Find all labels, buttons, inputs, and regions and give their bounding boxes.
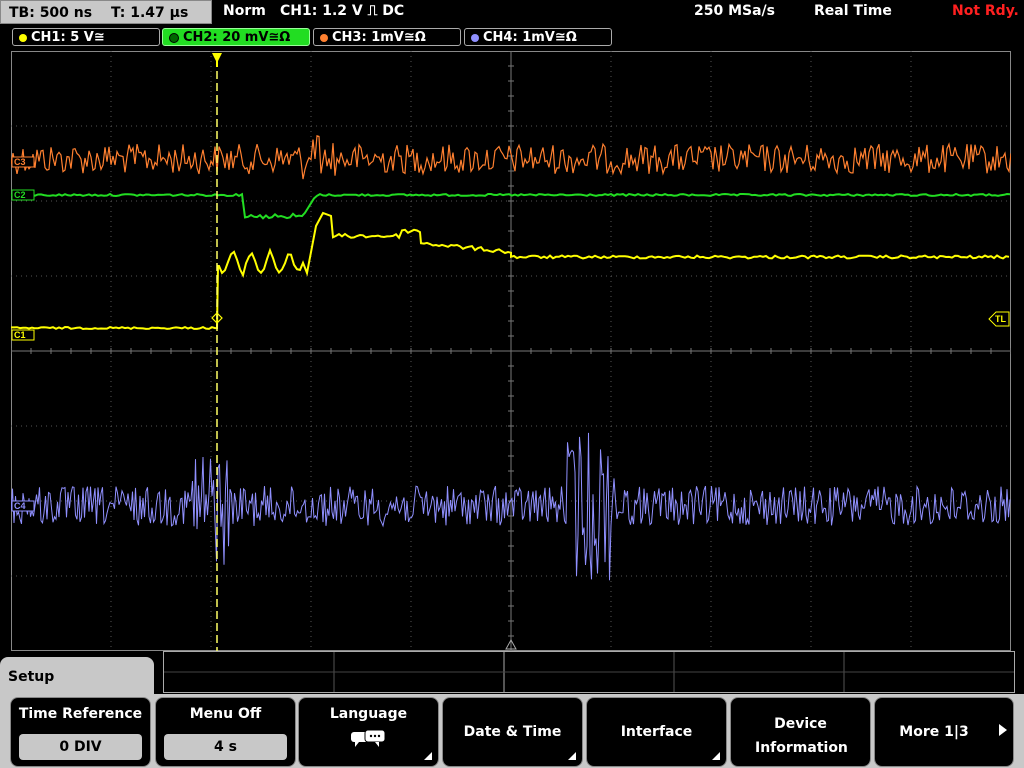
waveform-display[interactable]: C3 C2 C1 C4 TL xyxy=(11,51,1011,651)
interface-label: Interface xyxy=(620,724,693,740)
ch4-marker: C4 xyxy=(14,501,26,511)
ch2-label: CH2: 20 mV≅Ω xyxy=(183,30,291,45)
next-page-icon xyxy=(999,724,1007,736)
speech-bubble-icon xyxy=(350,729,385,747)
ch4-label: CH4: 1mV≅Ω xyxy=(483,30,577,45)
ch4-dot-icon xyxy=(471,33,479,42)
ch1-dot-icon xyxy=(19,33,27,42)
ch3-label: CH3: 1mV≅Ω xyxy=(332,30,426,45)
device-information-label: Device Information xyxy=(755,716,848,756)
channel-tab-ch4[interactable]: CH4: 1mV≅Ω xyxy=(464,28,612,46)
time-reference-value: 0 DIV xyxy=(19,734,142,760)
timebase-value: TB: 500 ns xyxy=(9,5,93,21)
trigger-state: Not Rdy. xyxy=(952,3,1019,19)
menu-off-label: Menu Off xyxy=(189,706,262,722)
channel-tab-ch1[interactable]: CH1: 5 V≅ xyxy=(12,28,160,46)
sample-rate: 250 MSa/s xyxy=(694,3,776,19)
ch1-marker: C1 xyxy=(14,330,26,340)
trigger-mode[interactable]: Norm xyxy=(223,3,266,19)
date-time-label: Date & Time xyxy=(463,724,562,740)
info-panel xyxy=(163,651,1015,693)
ch2-marker: C2 xyxy=(14,190,26,200)
language-button[interactable]: Language xyxy=(298,697,439,767)
more-button[interactable]: More 1|3 xyxy=(874,697,1014,767)
ch1-label: CH1: 5 V≅ xyxy=(31,30,105,45)
device-information-button[interactable]: Device Information xyxy=(730,697,871,767)
trigger-level-marker: TL xyxy=(995,314,1006,324)
acquisition-mode: Real Time xyxy=(814,3,892,19)
menu-off-button[interactable]: Menu Off 4 s xyxy=(155,697,296,767)
menu-title: Setup xyxy=(0,657,154,697)
timebase-box[interactable]: TB: 500 ns T: 1.47 µs xyxy=(0,0,212,24)
submenu-corner-icon xyxy=(568,752,576,760)
submenu-corner-icon xyxy=(712,752,720,760)
waveform-canvas: C3 C2 C1 C4 TL xyxy=(11,51,1011,651)
time-reference-button[interactable]: Time Reference 0 DIV xyxy=(10,697,151,767)
date-time-button[interactable]: Date & Time xyxy=(442,697,583,767)
interface-button[interactable]: Interface xyxy=(586,697,727,767)
menu-off-value: 4 s xyxy=(164,734,287,760)
submenu-corner-icon xyxy=(424,752,432,760)
trigger-time-value: T: 1.47 µs xyxy=(110,5,189,21)
more-label: More 1|3 xyxy=(899,724,969,740)
status-bar: TB: 500 ns T: 1.47 µs Norm CH1: 1.2 V ⎍ … xyxy=(0,0,1024,26)
time-reference-label: Time Reference xyxy=(18,706,143,722)
ch3-marker: C3 xyxy=(14,157,26,167)
channel-tab-ch3[interactable]: CH3: 1mV≅Ω xyxy=(313,28,461,46)
trigger-info[interactable]: CH1: 1.2 V ⎍ DC xyxy=(280,3,404,19)
ch3-dot-icon xyxy=(320,33,328,42)
language-label: Language xyxy=(329,706,408,722)
ch2-dot-icon xyxy=(169,32,179,43)
channel-tab-ch2[interactable]: CH2: 20 mV≅Ω xyxy=(162,28,310,46)
